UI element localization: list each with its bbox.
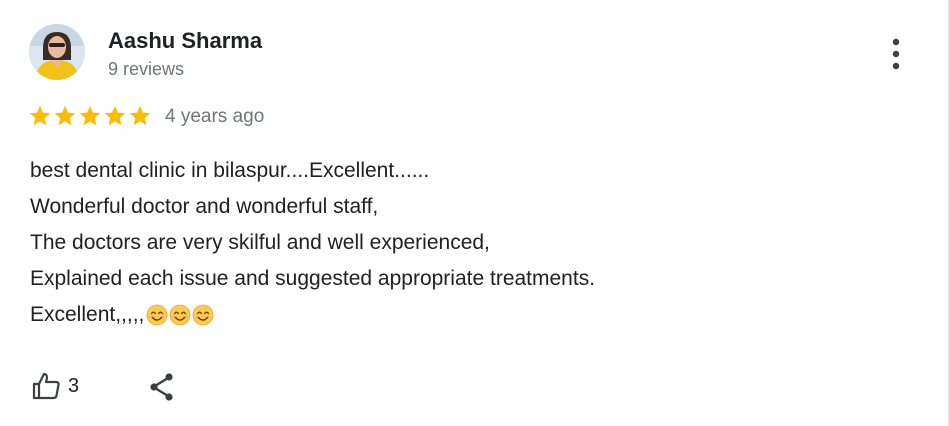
share-button[interactable]: [145, 370, 179, 404]
review-card: Aashu Sharma 9 reviews 4 years ago best …: [0, 0, 950, 426]
review-text-line: The doctors are very skilful and well ex…: [30, 231, 490, 254]
review-time: 4 years ago: [165, 106, 265, 127]
star-icon: [129, 105, 151, 126]
more-options-button[interactable]: [884, 36, 908, 72]
star-icon: [29, 105, 51, 126]
review-text-line: Explained each issue and suggested appro…: [30, 267, 596, 290]
star-icon: [54, 105, 76, 126]
smiling-face-emoji: [146, 304, 168, 326]
author-review-count: 9 reviews: [108, 59, 185, 79]
review-text-line: best dental clinic in bilaspur....Excell…: [30, 159, 430, 182]
star-rating: [28, 103, 153, 129]
author-name[interactable]: Aashu Sharma: [108, 28, 262, 54]
more-vert-icon: [892, 38, 900, 70]
review-text-line: Wonderful doctor and wonderful staff,: [30, 195, 379, 218]
smiling-face-emoji: [169, 304, 191, 326]
review-text: best dental clinic in bilaspur....Excell…: [30, 153, 910, 333]
smiling-face-emoji: [192, 304, 214, 326]
star-icon: [79, 105, 101, 126]
avatar[interactable]: [29, 24, 85, 80]
like-count: 3: [68, 375, 80, 397]
star-icon: [104, 105, 126, 126]
review-text-line-last: Excellent,,,,,: [30, 297, 910, 333]
thumbs-up-icon: [32, 372, 60, 400]
share-icon: [150, 373, 173, 401]
review-text-line-label: Excellent,,,,,: [30, 303, 145, 326]
emoji-group: [146, 304, 215, 326]
like-button[interactable]: 3: [30, 368, 79, 404]
